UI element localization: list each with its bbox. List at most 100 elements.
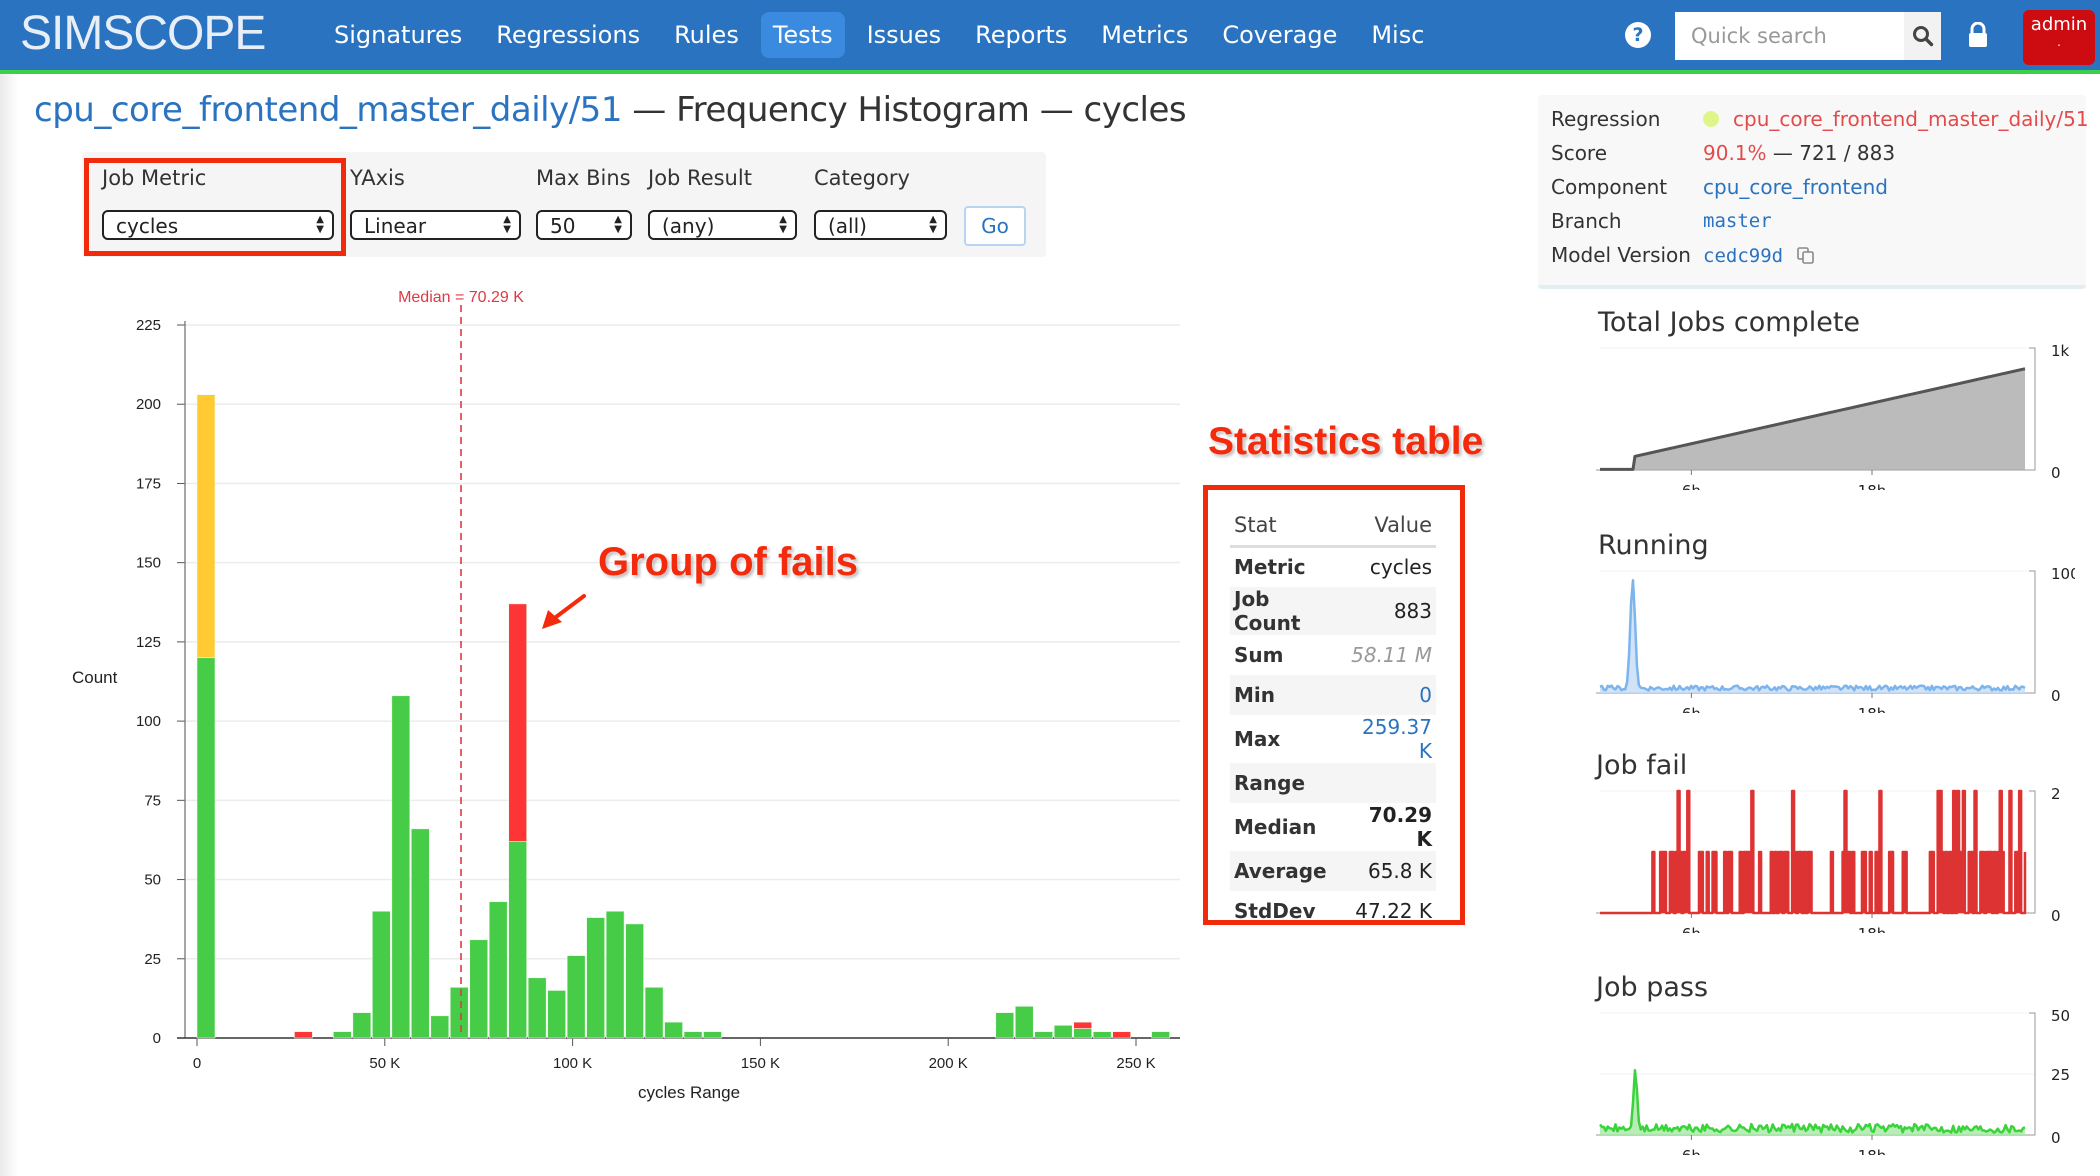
yaxis-select[interactable]: Linear ▲ ▼ [350,210,521,240]
x-tick-label: 18h [1858,482,1887,490]
y-axis [2029,790,2036,914]
y-mid-label: 25 [2051,1066,2070,1084]
component-label: Component [1551,175,1668,199]
stats-row: Min 0 [1230,674,1436,715]
y-min-label: 0 [2051,907,2061,925]
histogram-bar-pass [508,841,528,1039]
y-tick-label: 200 [136,396,161,413]
model-version-link[interactable]: cedc99d [1703,245,1783,267]
stats-row-label: Max [1234,726,1281,751]
running-chart: 100 0 6h 18h [1596,565,2075,713]
select-arrows-icon: ▲ ▼ [503,214,511,235]
nav-item-metrics[interactable]: Metrics [1089,12,1200,58]
x-tick-label: 18h [1858,705,1887,713]
y-min-label: 0 [2051,464,2061,482]
stats-row: Range [1230,762,1436,803]
stats-row-value: 47.22 K [1355,898,1432,923]
x-tick-label: 100 K [553,1055,592,1072]
job-fail-chart: 2 0 6h 18h [1596,785,2061,933]
regression-link[interactable]: cpu_core_frontend_master_daily/51 [1733,107,2089,131]
search-button[interactable] [1904,12,1941,60]
histogram-bar-pass [566,955,586,1039]
statistics-table-annotation: Statistics table [1208,420,1484,463]
nav-item-regressions[interactable]: Regressions [484,12,652,58]
nav-item-tests[interactable]: Tests [760,12,845,58]
model-version-label: Model Version [1551,243,1691,267]
select-arrows-icon: ▲ ▼ [779,214,787,235]
score-label: Score [1551,141,1608,165]
job-result-value: (any) [662,214,715,238]
top-navbar: SIMSCOPE Signatures Regressions Rules Te… [0,0,2100,74]
histogram-bar-pass [1151,1031,1170,1039]
stats-row-label: Sum [1234,642,1284,667]
stats-row: StdDev 47.22 K [1230,891,1436,931]
histogram-bar-pass [1053,1025,1073,1039]
histogram-bar-other [196,394,216,659]
x-tick-label: 6h [1682,1147,1701,1155]
nav-item-coverage[interactable]: Coverage [1210,12,1349,58]
nav-item-misc[interactable]: Misc [1359,12,1436,58]
category-select[interactable]: (all) ▲ ▼ [814,210,947,240]
statistics-table-box: Stat Value Metric cycles Job Count 883 Sum 58… [1203,485,1465,925]
y-tick-label: 25 [144,951,161,968]
quick-search-input[interactable] [1675,12,1899,60]
x-axis-label: cycles Range [638,1083,740,1102]
job-result-select[interactable]: (any) ▲ ▼ [648,210,797,240]
stats-row-label: Range [1230,762,1344,803]
max-bins-select[interactable]: 50 ▲ ▼ [536,210,632,240]
nav-item-issues[interactable]: Issues [855,12,954,58]
sparkline-line [1599,578,2026,692]
question-circle-icon[interactable]: ? [1625,22,1651,48]
histogram-bar-pass [527,977,547,1039]
y-tick-label: 50 [144,872,161,889]
lock-icon[interactable] [1967,22,1989,48]
nav-item-signatures[interactable]: Signatures [322,12,474,58]
y-tick-label: 75 [144,792,161,809]
branch-link[interactable]: master [1703,204,1772,238]
y-axis [2029,570,2036,694]
stats-row: Metric cycles [1230,547,1436,587]
job-pass-title: Job pass [1596,972,1709,1003]
go-button[interactable]: Go [964,206,1026,246]
statistics-table: Stat Value Metric cycles Job Count 883 Sum 58… [1230,505,1436,931]
user-menu-button[interactable]: admin . [2023,10,2095,65]
x-tick-label: 250 K [1116,1055,1155,1072]
component-link[interactable]: cpu_core_frontend [1703,170,1888,204]
stats-row-label: Average [1230,850,1344,891]
histogram-bar-fail [508,603,528,842]
stats-row-value[interactable]: 259.37 K [1343,715,1436,763]
y-axis-label: Count [72,668,118,687]
histogram-bar-pass [333,1031,352,1039]
stats-row-label: Metric [1234,555,1306,580]
quick-search [1675,12,1941,60]
stats-row-value[interactable]: 0 [1343,674,1436,715]
regression-value: cpu_core_frontend_master_daily/51 [1703,102,2089,136]
brand-logo[interactable]: SIMSCOPE [20,6,266,61]
y-min-label: 0 [2051,1129,2061,1147]
nav-menu: Signatures Regressions Rules Tests Issue… [322,12,1446,58]
score-percent: 90.1% [1703,141,1767,165]
model-version-value: cedc99d [1703,238,1815,273]
job-metric-highlight-box [84,158,346,256]
histogram-bar-pass [488,901,508,1039]
stats-row-value: 65.8 K [1343,850,1436,891]
x-tick-label: 200 K [929,1055,968,1072]
median-label: Median = 70.29 K [398,289,524,306]
sparkline-area [1600,580,2025,693]
stats-row: Median 70.29 K [1230,803,1436,851]
branch-label: Branch [1551,209,1622,233]
regression-title-link[interactable]: cpu_core_frontend_master_daily/51 [34,90,622,130]
histogram-bar-pass [683,1031,703,1039]
page-title: cpu_core_frontend_master_daily/51 — Freq… [34,90,1187,130]
max-bins-value: 50 [550,214,576,238]
stats-header-stat: Stat [1230,505,1344,548]
nav-item-reports[interactable]: Reports [963,12,1079,58]
stats-row-value [1343,762,1436,803]
x-tick-label: 6h [1682,705,1701,713]
nav-item-rules[interactable]: Rules [662,12,751,58]
stats-row: Max 259.37 K [1230,715,1436,763]
histogram-bar-pass [372,910,391,1039]
copy-icon[interactable] [1797,247,1815,265]
user-sub: . [2057,35,2061,49]
histogram-bar-fail [1112,1031,1131,1039]
